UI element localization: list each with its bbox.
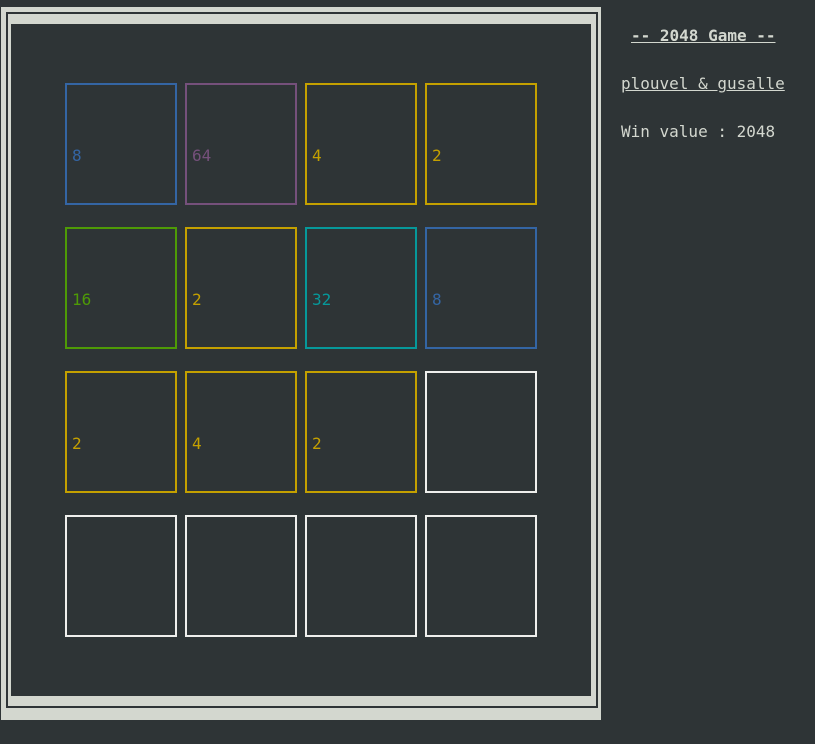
tile: 8	[425, 227, 537, 349]
tile	[425, 371, 537, 493]
tile: 8	[65, 83, 177, 205]
tile: 2	[305, 371, 417, 493]
tile	[425, 515, 537, 637]
tile	[185, 515, 297, 637]
tile: 16	[65, 227, 177, 349]
tile: 2	[185, 227, 297, 349]
game-title: -- 2048 Game --	[631, 26, 776, 45]
tile-value: 2	[432, 146, 442, 165]
tile-value: 2	[312, 434, 322, 453]
tile: 2	[65, 371, 177, 493]
tile: 64	[185, 83, 297, 205]
tile: 32	[305, 227, 417, 349]
tile	[305, 515, 417, 637]
tile-value: 8	[432, 290, 442, 309]
authors-label: plouvel & gusalle	[621, 74, 785, 93]
tile-value: 2	[192, 290, 202, 309]
game-board: 8 64 4 2 16 2 32 8 2 4 2	[11, 24, 591, 696]
tile	[65, 515, 177, 637]
tile: 4	[185, 371, 297, 493]
tile-value: 2	[72, 434, 82, 453]
tile: 4	[305, 83, 417, 205]
tile-value: 32	[312, 290, 332, 309]
tile-value: 16	[72, 290, 92, 309]
tile-value: 64	[192, 146, 212, 165]
tile: 2	[425, 83, 537, 205]
tile-value: 8	[72, 146, 82, 165]
tile-value: 4	[312, 146, 322, 165]
tile-value: 4	[192, 434, 202, 453]
win-value-label: Win value : 2048	[621, 122, 776, 141]
